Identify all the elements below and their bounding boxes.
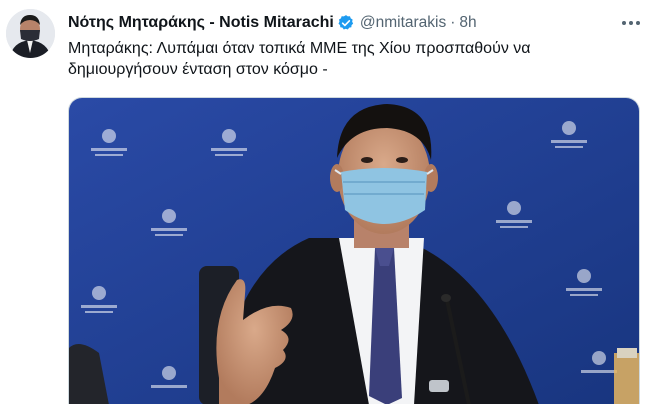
tweet-photo[interactable] <box>68 97 640 404</box>
separator-dot: · <box>450 14 456 31</box>
tweet-text-line: δημιουργήσουν ένταση στον κόσμο - <box>68 61 328 78</box>
avatar[interactable] <box>6 9 55 58</box>
timestamp[interactable]: 8h <box>459 14 476 32</box>
tweet-text: Μηταράκης: Λυπάμαι όταν τοπικά ΜΜΕ της Χ… <box>68 38 638 80</box>
handle[interactable]: @nmitarakis <box>360 14 446 32</box>
display-name[interactable]: Νότης Μηταράκης - Notis Mitarachi <box>68 14 334 32</box>
tweet-header: Νότης Μηταράκης - Notis Mitarachi @nmita… <box>68 12 477 34</box>
verified-badge-icon <box>337 14 355 32</box>
tweet-text-line: Μηταράκης: Λυπάμαι όταν τοπικά ΜΜΕ της Χ… <box>68 40 531 57</box>
tweet-card[interactable]: Νότης Μηταράκης - Notis Mitarachi @nmita… <box>0 0 663 404</box>
more-options-icon[interactable] <box>620 12 642 34</box>
